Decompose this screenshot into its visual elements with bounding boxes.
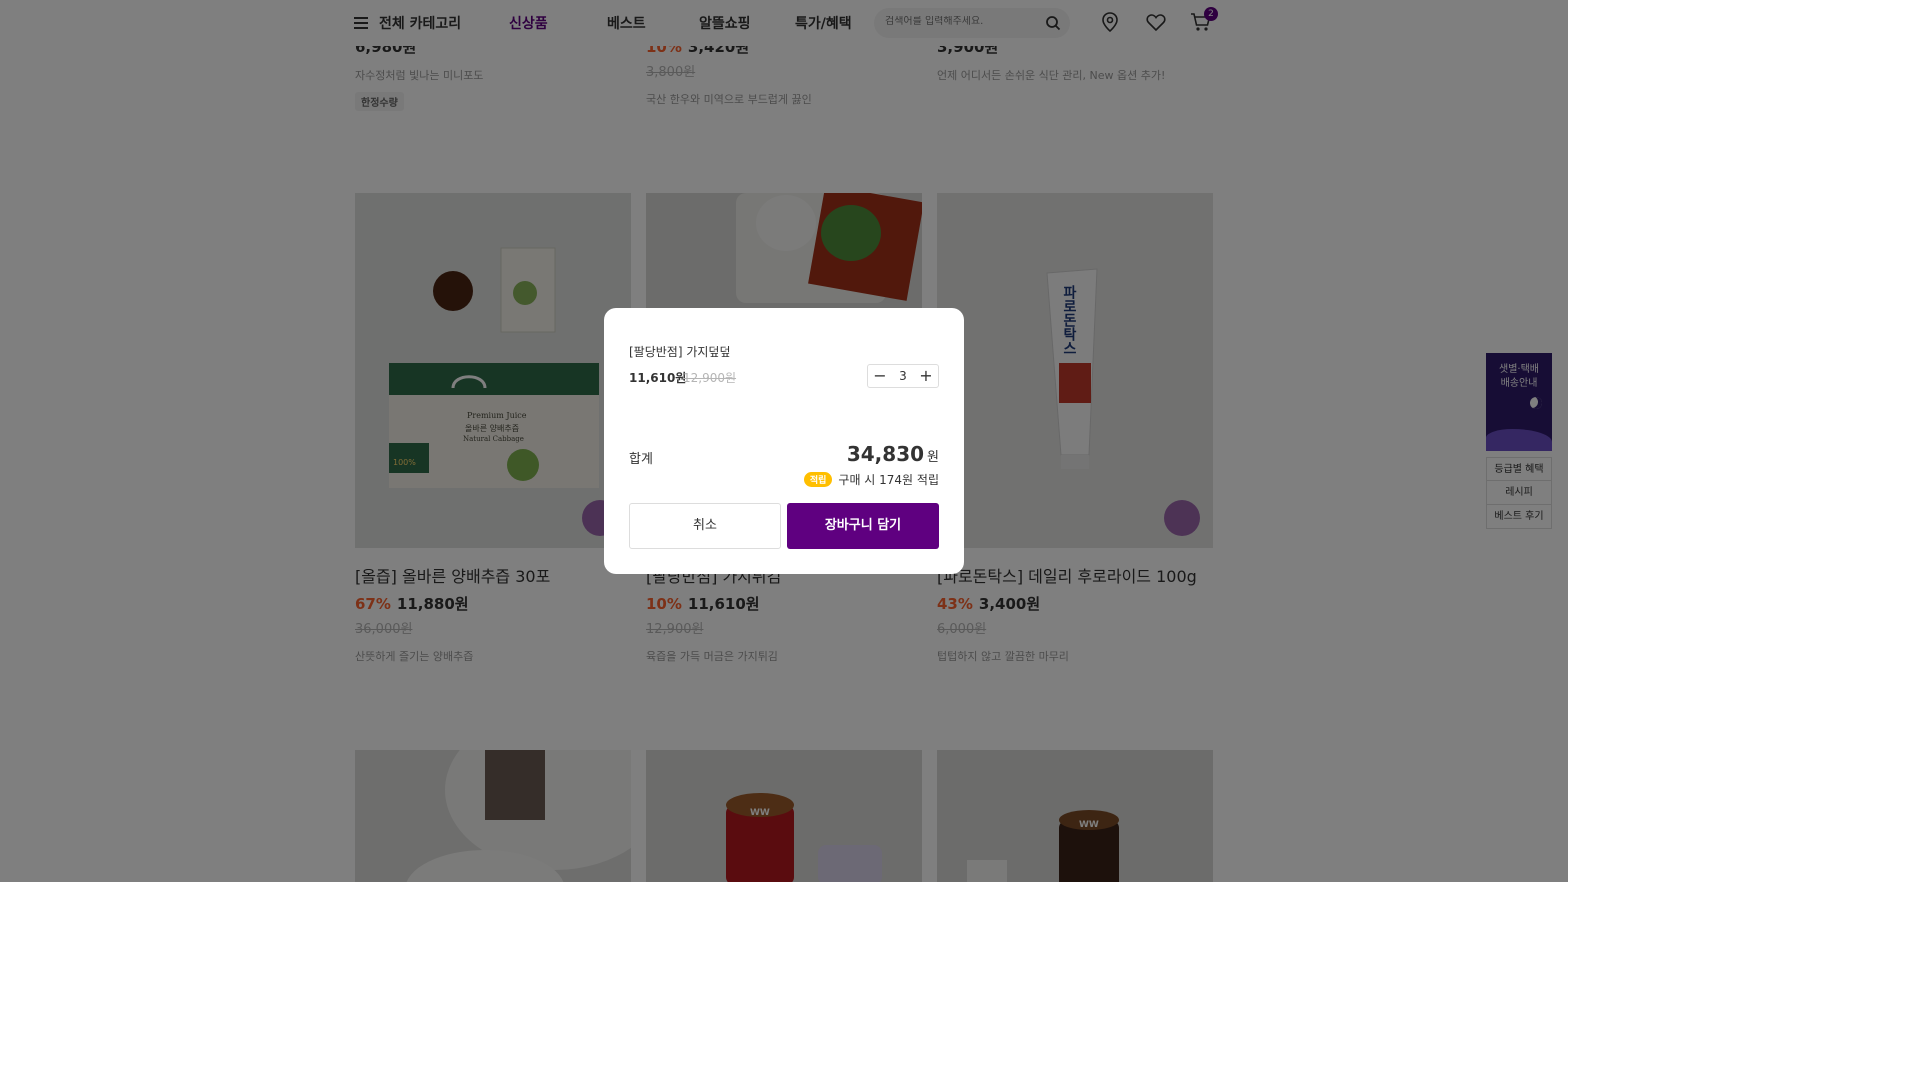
decrease-button[interactable]: −: [868, 365, 892, 387]
modal-price: 11,610원: [629, 371, 687, 385]
cancel-button[interactable]: 취소: [629, 503, 781, 549]
point-text: 구매 시 174원 적립: [838, 473, 939, 487]
quantity-value: 3: [899, 369, 907, 383]
modal-product-name: [팔당반점] 가지덮덮: [629, 345, 731, 359]
add-to-cart-modal: [팔당반점] 가지덮덮 11,610원 12,900원 − 3 + 합계 34,…: [604, 308, 964, 574]
modal-original-price: 12,900원: [683, 371, 737, 385]
total-label: 합계: [629, 452, 653, 467]
increase-button[interactable]: +: [914, 365, 938, 387]
add-to-cart-confirm-button[interactable]: 장바구니 담기: [787, 503, 939, 549]
quantity-stepper: − 3 +: [867, 364, 939, 388]
point-info: 적립 구매 시 174원 적립: [803, 471, 939, 488]
total-amount: 34,830 원: [846, 442, 939, 466]
point-badge: 적립: [803, 472, 833, 487]
